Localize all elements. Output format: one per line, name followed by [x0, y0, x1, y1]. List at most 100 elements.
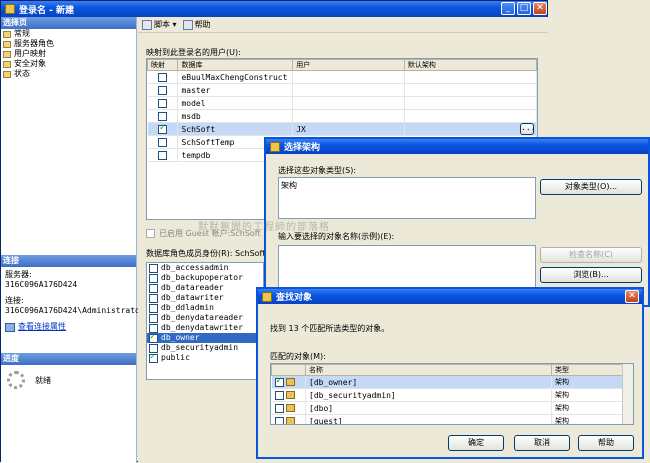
type-column-header[interactable]: 类型 — [551, 364, 623, 376]
role-item[interactable]: db_owner — [147, 332, 263, 343]
role-checkbox[interactable] — [149, 283, 158, 293]
role-item[interactable]: db_denydatareader — [147, 313, 263, 323]
role-name: db_datareader — [161, 283, 224, 292]
window-icon — [5, 4, 15, 14]
object-checkbox[interactable] — [274, 376, 284, 387]
map-checkbox[interactable] — [157, 85, 167, 95]
mapping-column-header[interactable]: 映射 — [147, 59, 179, 71]
find-objects-titlebar[interactable]: 查找对象 — [258, 289, 642, 304]
schema-icon — [285, 391, 295, 399]
role-item[interactable]: public — [147, 352, 263, 363]
schema-cell[interactable] — [404, 70, 537, 84]
page-item-label: 状态 — [14, 69, 30, 78]
mapping-column-header[interactable]: 数据库 — [177, 59, 294, 71]
connection-value: 316C096A176D424\Administrator — [5, 306, 145, 315]
role-checkbox[interactable] — [149, 293, 158, 303]
matching-object-row[interactable]: [dbo] 架构 — [271, 401, 623, 415]
help-dialog-button[interactable]: 帮助 — [578, 435, 634, 451]
map-checkbox[interactable] — [157, 111, 167, 121]
mapping-column-header[interactable]: 默认架构 — [403, 59, 537, 71]
role-item[interactable]: db_datawriter — [147, 293, 263, 303]
mapping-column-header[interactable]: 用户 — [292, 59, 405, 71]
role-checkbox[interactable] — [149, 273, 158, 283]
map-checkbox[interactable] — [157, 150, 167, 160]
find-objects-title: 查找对象 — [276, 293, 313, 303]
schema-browse-button[interactable]: ... — [520, 123, 535, 135]
mapping-row[interactable]: msdb — [147, 109, 537, 123]
role-checkbox[interactable] — [149, 352, 158, 363]
role-item[interactable]: db_denydatawriter — [147, 323, 263, 333]
role-checkbox[interactable] — [149, 332, 158, 343]
matching-object-row[interactable]: [guest] 架构 — [271, 414, 623, 424]
object-type: 架构 — [551, 401, 623, 415]
object-types-value: 架构 — [281, 181, 297, 190]
role-checkbox[interactable] — [149, 303, 158, 313]
progress-header: 进度 — [1, 353, 136, 365]
close-button[interactable]: ✕ — [533, 2, 547, 15]
map-checkbox[interactable] — [157, 72, 167, 82]
page-item-label: 用户映射 — [14, 49, 46, 58]
maximize-button[interactable]: □ — [517, 2, 531, 15]
select-schema-titlebar[interactable]: 选择架构 — [266, 139, 648, 154]
map-checkbox[interactable] — [157, 137, 167, 147]
find-objects-close-button[interactable]: ✕ — [625, 290, 639, 303]
map-checkbox[interactable] — [157, 123, 167, 134]
page-item[interactable]: 服务器角色 — [1, 39, 136, 49]
mapping-row[interactable]: SchSoftJX... — [147, 122, 537, 136]
window-titlebar[interactable]: 登录名 - 新建 — [1, 1, 547, 17]
help-button[interactable]: 帮助 — [182, 19, 211, 30]
schema-cell[interactable] — [404, 96, 537, 110]
schema-icon — [285, 417, 295, 424]
schema-cell[interactable] — [404, 83, 537, 97]
mapping-label: 映射到此登录名的用户(U): — [146, 48, 241, 57]
object-checkbox[interactable] — [274, 416, 284, 424]
role-item[interactable]: db_securityadmin — [147, 343, 263, 353]
find-objects-icon — [262, 291, 272, 302]
check-names-button[interactable]: 检查名称(C) — [540, 247, 642, 263]
mapping-row[interactable]: master — [147, 83, 537, 97]
matching-scrollbar[interactable] — [622, 364, 633, 424]
ok-button[interactable]: 确定 — [448, 435, 504, 451]
role-item[interactable]: db_ddladmin — [147, 303, 263, 313]
mapping-row[interactable]: eBuulMaxChengConstruct — [147, 70, 537, 84]
browse-button[interactable]: 浏览(B)... — [540, 267, 642, 283]
matching-object-row[interactable]: [db_owner]架构 — [271, 375, 623, 389]
script-button[interactable]: 脚本 ▾ — [142, 19, 177, 30]
user-cell[interactable] — [292, 83, 405, 97]
matching-object-row[interactable]: [db_securityadmin] 架构 — [271, 388, 623, 402]
view-connection-properties-link[interactable]: 查看连接属性 — [18, 322, 66, 332]
user-cell[interactable] — [292, 70, 405, 84]
roles-label: 数据库角色成员身份(R): SchSoft — [146, 249, 266, 258]
minimize-button[interactable]: _ — [501, 2, 515, 15]
object-name: [dbo] — [305, 401, 552, 415]
object-checkbox[interactable] — [274, 403, 284, 413]
user-cell[interactable]: JX — [292, 122, 405, 136]
page-item[interactable]: 常规 — [1, 29, 136, 39]
mapping-row[interactable]: model — [147, 96, 537, 110]
object-types-button[interactable]: 对象类型(O)... — [540, 179, 642, 195]
role-item[interactable]: db_backupoperator — [147, 273, 263, 283]
object-checkbox[interactable] — [274, 390, 284, 400]
map-checkbox[interactable] — [157, 98, 167, 108]
object-type: 架构 — [551, 414, 623, 424]
role-name: db_backupoperator — [161, 273, 243, 282]
progress-status: 就绪 — [35, 375, 51, 385]
database-cell: msdb — [177, 109, 294, 123]
schema-cell[interactable]: ... — [404, 122, 537, 136]
cancel-button[interactable]: 取消 — [514, 435, 570, 451]
matching-objects-list: 名称 类型 [db_owner]架构 [db_securityadmin]架构 … — [270, 363, 634, 425]
page-item[interactable]: 安全对象 — [1, 59, 136, 69]
user-cell[interactable] — [292, 96, 405, 110]
role-name: db_datawriter — [161, 293, 224, 302]
user-cell[interactable] — [292, 109, 405, 123]
guest-checkbox[interactable] — [146, 229, 155, 238]
page-item[interactable]: 状态 — [1, 69, 136, 79]
schema-cell[interactable] — [404, 109, 537, 123]
role-checkbox[interactable] — [149, 313, 158, 323]
role-item[interactable]: db_datareader — [147, 283, 263, 293]
role-item[interactable]: db_accessadmin — [147, 263, 263, 273]
role-checkbox[interactable] — [149, 263, 158, 273]
page-item[interactable]: 用户映射 — [1, 49, 136, 59]
name-column-header[interactable]: 名称 — [305, 364, 552, 376]
matching-label: 匹配的对象(M): — [270, 352, 326, 361]
